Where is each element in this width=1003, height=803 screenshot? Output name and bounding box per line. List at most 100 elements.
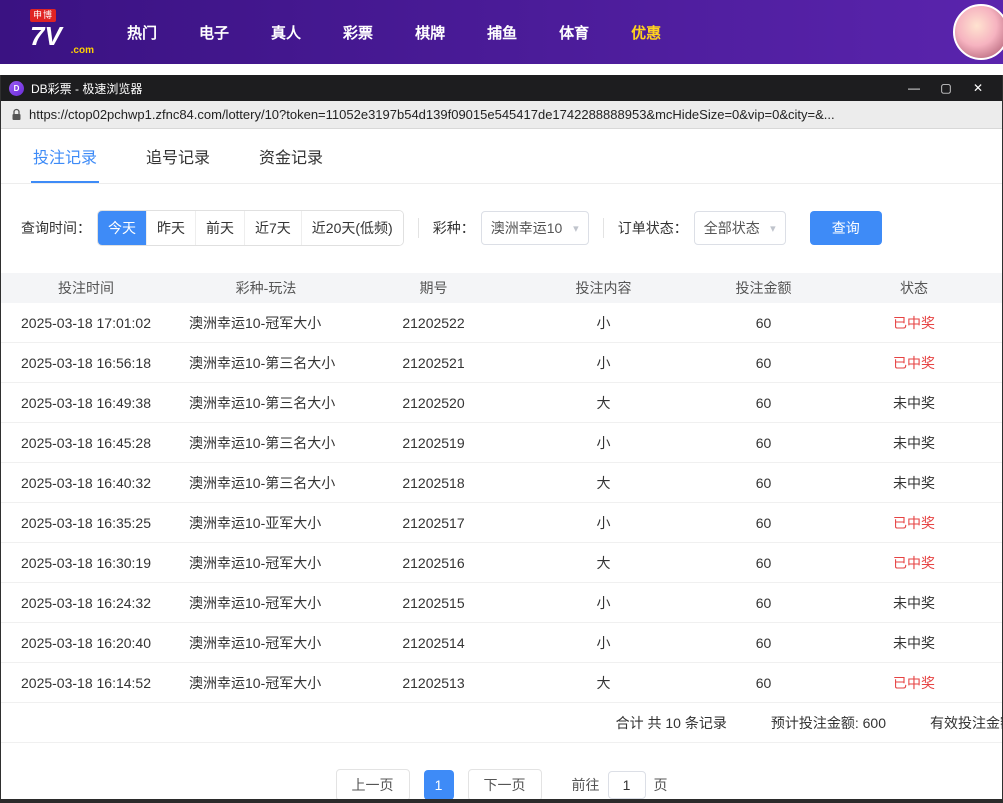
cell-issue: 21202514 (402, 634, 465, 651)
cell-issue: 21202517 (402, 514, 465, 531)
filter-bar: 查询时间： 今天 昨天 前天 近7天 近20天(低频) 彩种： 澳洲幸运10 ▾… (1, 210, 1002, 246)
goto-page-input[interactable] (607, 771, 646, 799)
cell-amount: 60 (755, 314, 772, 331)
url-bar[interactable]: https://ctop02pchwp1.zfnc84.com/lottery/… (1, 101, 1002, 129)
nav-item-hot[interactable]: 热门 (106, 22, 178, 43)
site-logo[interactable]: 申博 7V .com (30, 8, 94, 56)
cell-time: 2025-03-18 16:45:28 (21, 434, 151, 451)
cell-issue: 21202518 (402, 474, 465, 491)
cell-content: 大 (596, 674, 611, 691)
cell-status: 未中奖 (893, 474, 935, 491)
header-bet-content: 投注内容 (575, 280, 632, 296)
maximize-icon[interactable]: ▢ (930, 81, 962, 95)
goto-label: 前往 (571, 777, 600, 793)
cell-time: 2025-03-18 16:30:19 (21, 554, 151, 571)
minimize-icon[interactable]: — (898, 81, 930, 95)
site-nav: 申博 7V .com 热门 电子 真人 彩票 棋牌 捕鱼 体育 优惠 (0, 0, 1003, 64)
table-row: 2025-03-18 16:40:32 澳洲幸运10-第三名大小 2120251… (1, 463, 1002, 503)
search-button[interactable]: 查询 (809, 211, 882, 245)
url-text[interactable]: https://ctop02pchwp1.zfnc84.com/lottery/… (29, 107, 835, 122)
cell-status: 已中奖 (893, 314, 935, 331)
tab-bet-records[interactable]: 投注记录 (31, 129, 100, 183)
goto-page-suffix: 页 (653, 777, 668, 793)
cell-status: 未中奖 (893, 594, 935, 611)
nav-item-slots[interactable]: 电子 (178, 22, 250, 43)
table-row: 2025-03-18 16:20:40 澳洲幸运10-冠军大小 21202514… (1, 623, 1002, 663)
time-option-last7days[interactable]: 近7天 (245, 211, 302, 245)
lottery-select-value: 澳洲幸运10 (490, 220, 563, 236)
cell-issue: 21202516 (402, 554, 465, 571)
cell-status: 未中奖 (893, 434, 935, 451)
cell-status: 未中奖 (893, 634, 935, 651)
summary-total: 合计 共 10 条记录 (615, 714, 727, 731)
cell-amount: 60 (755, 554, 772, 571)
header-bet-amount: 投注金额 (735, 280, 792, 296)
nav-item-sports[interactable]: 体育 (538, 22, 610, 43)
table-row: 2025-03-18 17:01:02 澳洲幸运10-冠军大小 21202522… (1, 303, 1002, 343)
filter-divider (602, 218, 604, 238)
cell-time: 2025-03-18 16:14:52 (21, 674, 151, 691)
logo-badge: 申博 (30, 8, 57, 22)
cell-game: 澳洲幸运10-冠军大小 (189, 634, 322, 651)
time-option-yesterday[interactable]: 昨天 (147, 211, 196, 245)
cell-content: 大 (596, 394, 611, 411)
status-select-value: 全部状态 (703, 220, 760, 236)
table-row: 2025-03-18 16:45:28 澳洲幸运10-第三名大小 2120251… (1, 423, 1002, 463)
time-option-last20days[interactable]: 近20天(低频) (301, 211, 403, 245)
cell-amount: 60 (755, 354, 772, 371)
cell-game: 澳洲幸运10-冠军大小 (189, 594, 322, 611)
cell-content: 小 (596, 434, 611, 451)
cell-status: 已中奖 (893, 354, 935, 371)
page-number-current[interactable]: 1 (423, 770, 454, 800)
cell-content: 小 (596, 354, 611, 371)
table-row: 2025-03-18 16:24:32 澳洲幸运10-冠军大小 21202515… (1, 583, 1002, 623)
cell-amount: 60 (755, 634, 772, 651)
bet-records-table: 投注时间 彩种-玩法 期号 投注内容 投注金额 状态 2025-03-18 17… (1, 273, 1002, 703)
app-icon: D (9, 80, 24, 96)
cell-game: 澳洲幸运10-第三名大小 (189, 434, 336, 451)
cell-content: 大 (596, 474, 611, 491)
cell-content: 小 (596, 594, 611, 611)
nav-item-chess[interactable]: 棋牌 (394, 22, 466, 43)
status-select[interactable]: 全部状态 ▾ (693, 211, 786, 245)
page-gap (0, 64, 1003, 75)
close-icon[interactable]: ✕ (962, 81, 994, 95)
nav-item-fishing[interactable]: 捕鱼 (466, 22, 538, 43)
header-issue: 期号 (419, 280, 448, 296)
table-header: 投注时间 彩种-玩法 期号 投注内容 投注金额 状态 (1, 273, 1002, 303)
time-option-today[interactable]: 今天 (98, 211, 147, 245)
header-game-play: 彩种-玩法 (235, 280, 297, 296)
nav-item-promotions[interactable]: 优惠 (610, 22, 682, 43)
cell-content: 小 (596, 634, 611, 651)
prev-page-button[interactable]: 上一页 (335, 769, 410, 801)
tab-fund-records[interactable]: 资金记录 (257, 129, 325, 183)
table-row: 2025-03-18 16:14:52 澳洲幸运10-冠军大小 21202513… (1, 663, 1002, 703)
nav-item-live[interactable]: 真人 (250, 22, 322, 43)
cell-issue: 21202515 (402, 594, 465, 611)
cell-status: 已中奖 (893, 674, 935, 691)
cell-game: 澳洲幸运10-第三名大小 (189, 354, 336, 371)
table-row: 2025-03-18 16:56:18 澳洲幸运10-第三名大小 2120252… (1, 343, 1002, 383)
next-page-button[interactable]: 下一页 (467, 769, 542, 801)
table-row: 2025-03-18 16:35:25 澳洲幸运10-亚军大小 21202517… (1, 503, 1002, 543)
cell-game: 澳洲幸运10-第三名大小 (189, 394, 336, 411)
window-title-bar[interactable]: D DB彩票 - 极速浏览器 — ▢ ✕ (1, 75, 1002, 101)
cell-time: 2025-03-18 16:20:40 (21, 634, 151, 651)
lottery-select[interactable]: 澳洲幸运10 ▾ (480, 211, 589, 245)
time-filter-label: 查询时间： (21, 220, 91, 236)
user-avatar[interactable] (953, 4, 1003, 60)
tab-bar: 投注记录 追号记录 资金记录 (1, 129, 1002, 184)
main-nav: 热门 电子 真人 彩票 棋牌 捕鱼 体育 优惠 (106, 22, 682, 43)
cell-amount: 60 (755, 434, 772, 451)
tab-chase-records[interactable]: 追号记录 (144, 129, 212, 183)
table-row: 2025-03-18 16:49:38 澳洲幸运10-第三名大小 2120252… (1, 383, 1002, 423)
cell-time: 2025-03-18 16:40:32 (21, 474, 151, 491)
time-option-daybefore[interactable]: 前天 (196, 211, 245, 245)
cell-issue: 21202522 (402, 314, 465, 331)
cell-amount: 60 (755, 514, 772, 531)
window-controls: — ▢ ✕ (898, 81, 994, 95)
cell-game: 澳洲幸运10-第三名大小 (189, 474, 336, 491)
nav-item-lottery[interactable]: 彩票 (322, 22, 394, 43)
lock-icon (12, 108, 21, 120)
cell-game: 澳洲幸运10-冠军大小 (189, 674, 322, 691)
